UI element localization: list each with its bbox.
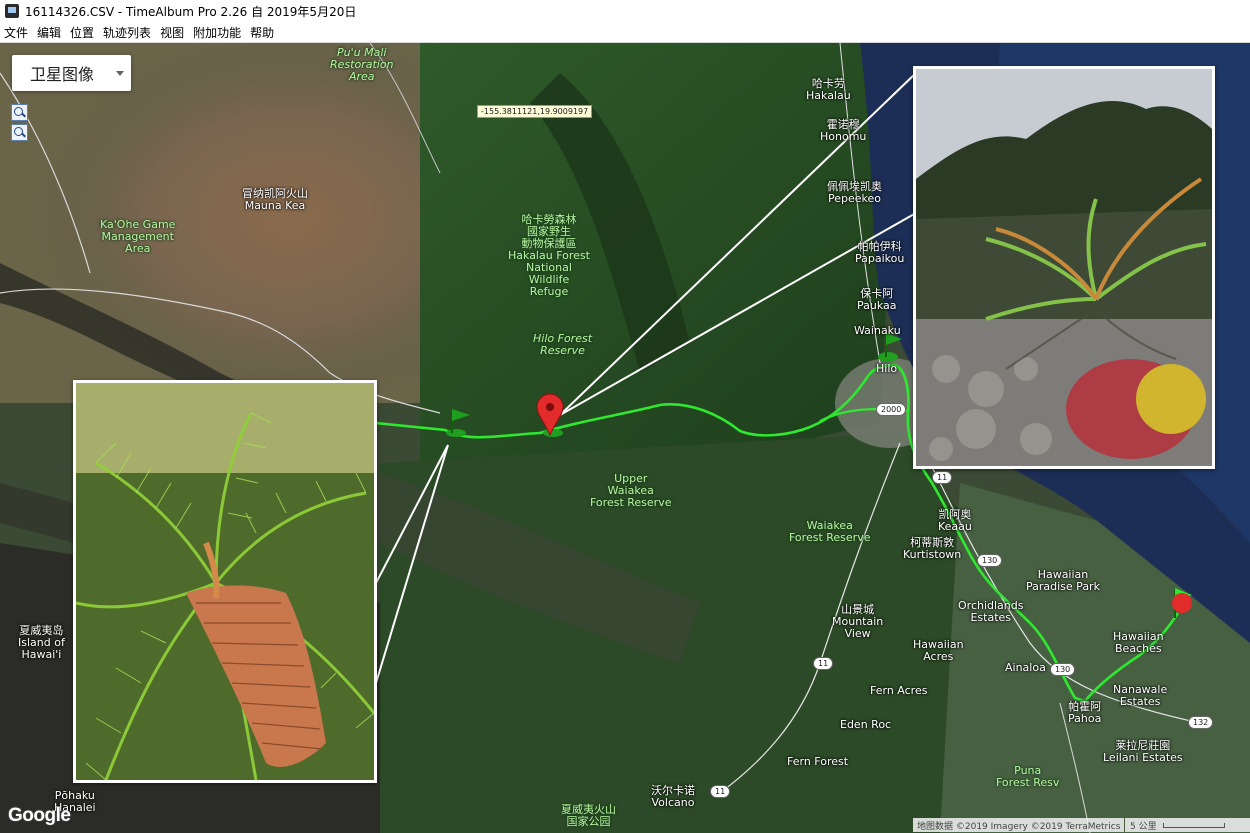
road-shield: 130	[977, 554, 1003, 567]
map-scale: 5 公里	[1125, 818, 1250, 832]
waypoint-flag-icon[interactable]	[543, 429, 563, 437]
satellite-map[interactable]: Pu'u Mali Restoration Area 哈卡劳 Hakalau 霍诺穆…	[0, 43, 1250, 833]
map-label-hawaiian-paradise: Hawaiian Paradise Park	[1026, 568, 1100, 593]
map-label-hilo-forest: Hilo Forest Reserve	[533, 332, 593, 357]
map-label-pahoa: 帕霍阿 Pahoa	[1068, 700, 1102, 725]
menu-bar: 文件 编辑 位置 轨迹列表 视图 附加功能 帮助	[0, 22, 1250, 43]
map-label-hilo: Hilo	[876, 362, 898, 375]
map-label-ainaloa: Ainaloa	[1005, 661, 1046, 674]
map-label-waiakea: Waiakea Forest Reserve	[789, 519, 871, 544]
map-label-mountain-view: 山景城 Mountain View	[832, 603, 884, 640]
road-shield: 130	[1050, 663, 1076, 676]
scale-bar	[1162, 822, 1225, 828]
map-label-hakalau-zh: 哈卡劳 Hakalau	[806, 77, 851, 102]
fern-photo	[916, 69, 1212, 466]
app-icon	[5, 4, 19, 18]
map-label-upper-waiakea: Upper Waiakea Forest Reserve	[590, 472, 672, 509]
map-label-puu-mali: Pu'u Mali Restoration Area	[330, 46, 394, 83]
photo-thumbnail-cycad[interactable]	[73, 380, 377, 783]
map-label-hvnp: 夏威夷火山 国家公园	[561, 803, 616, 828]
window-title: 16114326.CSV - TimeAlbum Pro 2.26 自 2019…	[25, 4, 357, 19]
map-label-honomu: 霍诺穆 Honomu	[820, 118, 867, 143]
menu-file[interactable]: 文件	[0, 24, 33, 41]
photo-thumbnail-fern[interactable]	[913, 66, 1215, 469]
map-label-volcano: 沃尔卡诺 Volcano	[651, 784, 695, 809]
map-label-hawaiian-acres: Hawaiian Acres	[913, 638, 964, 663]
zoom-out-icon[interactable]	[11, 124, 28, 141]
menu-addons[interactable]: 附加功能	[189, 24, 246, 41]
map-label-puna: Puna Forest Resv	[996, 764, 1060, 789]
menu-location[interactable]: 位置	[66, 24, 99, 41]
map-label-keaau: 凯阿奥 Keaau	[938, 508, 972, 533]
map-label-hakalau-forest: 哈卡勞森林 國家野生 動物保護區 Hakalau Forest National…	[508, 213, 590, 298]
road-shield: 2000	[876, 403, 907, 416]
map-label-fern-forest: Fern Forest	[787, 755, 849, 768]
map-label-pepeekeo: 佩佩埃凯奥 Pepeekeo	[827, 180, 882, 205]
map-label-hawaii-island: 夏威夷岛 Island of Hawai'i	[18, 624, 65, 661]
road-shield: 11	[813, 657, 834, 670]
zoom-in-icon[interactable]	[11, 104, 28, 121]
google-logo: Google	[8, 805, 71, 826]
map-label-fern-acres: Fern Acres	[870, 684, 928, 697]
map-label-kaohe: Ka'Ohe Game Management Area	[100, 218, 176, 255]
coordinate-tooltip: -155.3811121,19.9009197	[477, 105, 593, 118]
menu-track-list[interactable]: 轨迹列表	[99, 24, 156, 41]
map-label-eden-roc: Eden Roc	[840, 718, 892, 731]
map-type-dropdown[interactable]: 卫星图像	[12, 55, 131, 91]
map-label-paukaa: 保卡阿 Paukaa	[857, 287, 897, 312]
map-label-wainaku: Wainaku	[854, 324, 901, 337]
road-shield: 11	[932, 471, 953, 484]
map-label-papaikou: 帕帕伊科 Papaikou	[855, 240, 905, 265]
road-shield: 132	[1188, 716, 1214, 729]
road-shield: 11	[710, 785, 731, 798]
map-label-orchidlands: Orchidlands Estates	[958, 599, 1024, 624]
map-type-label: 卫星图像	[30, 65, 95, 84]
scale-label: 5 公里	[1130, 821, 1157, 832]
window-titlebar: 16114326.CSV - TimeAlbum Pro 2.26 自 2019…	[0, 0, 1250, 22]
cycad-photo	[76, 383, 374, 780]
menu-edit[interactable]: 编辑	[33, 24, 66, 41]
map-label-leilani: 莱拉尼莊園 Leilani Estates	[1103, 739, 1183, 764]
map-label-hawaiian-beaches: Hawaiian Beaches	[1113, 630, 1164, 655]
map-label-kurtistown: 柯蒂斯敦 Kurtistown	[903, 536, 962, 561]
map-label-mauna-kea: 冒纳凯阿火山 Mauna Kea	[242, 187, 308, 212]
chevron-down-icon	[116, 71, 124, 76]
menu-view[interactable]: 视图	[156, 24, 189, 41]
map-label-nanawale: Nanawale Estates	[1113, 683, 1168, 708]
menu-help[interactable]: 帮助	[246, 24, 279, 41]
map-attribution[interactable]: 地图数据 ©2019 Imagery ©2019 TerraMetrics	[913, 818, 1125, 832]
